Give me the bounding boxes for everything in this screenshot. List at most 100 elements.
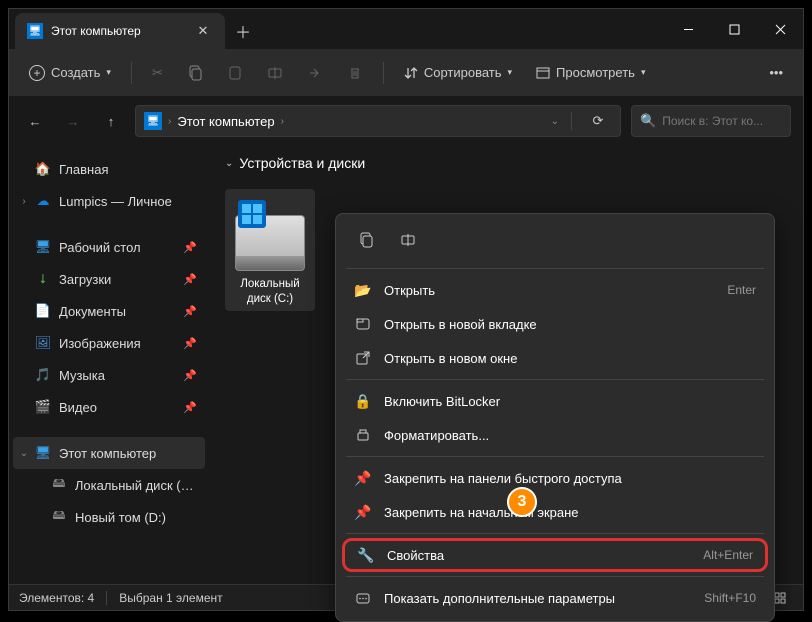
video-icon: 🎬 — [35, 399, 51, 415]
home-icon: 🏠 — [35, 161, 51, 177]
more-icon — [354, 590, 372, 606]
drive-icon — [235, 215, 305, 271]
status-count: Элементов: 4 — [19, 591, 94, 605]
ctx-open-window[interactable]: Открыть в новом окне — [342, 341, 768, 375]
create-button[interactable]: + Создать ▾ — [19, 57, 121, 89]
copy-button[interactable] — [348, 224, 384, 256]
drive-c[interactable]: Локальный диск (C:) — [225, 189, 315, 311]
group-header[interactable]: ⌄ Устройства и диски — [225, 155, 787, 171]
rename-icon — [267, 65, 283, 81]
pin-icon: 📌 — [183, 369, 197, 382]
ctx-pin-quick[interactable]: 📌Закрепить на панели быстрого доступа — [342, 461, 768, 495]
pin-icon: 📌 — [183, 337, 197, 350]
search-box[interactable]: 🔍 — [631, 105, 791, 137]
cut-button[interactable]: ✂ — [142, 57, 173, 89]
window-controls — [665, 9, 803, 49]
back-button[interactable]: ← — [21, 107, 49, 135]
music-icon: 🎵 — [35, 367, 51, 383]
thispc-icon: 🖥 — [144, 112, 162, 130]
chevron-down-icon: ▾ — [641, 67, 646, 78]
copy-icon — [358, 232, 374, 248]
chevron-right-icon: › — [168, 116, 171, 127]
sidebar: 🏠Главная ›☁Lumpics — Личное 🖥Рабочий сто… — [9, 145, 209, 584]
ctx-pin-start[interactable]: 📌Закрепить на начальном экране — [342, 495, 768, 529]
document-icon: 📄 — [35, 303, 51, 319]
maximize-button[interactable] — [711, 9, 757, 49]
rename-button[interactable] — [390, 224, 426, 256]
chevron-right-icon[interactable]: › — [17, 196, 31, 207]
tab-icon — [354, 316, 372, 332]
sidebar-drive-c[interactable]: 🖴Локальный диск (C:) — [13, 469, 205, 501]
format-icon — [354, 427, 372, 443]
minimize-button[interactable] — [665, 9, 711, 49]
thispc-icon: 🖥 — [35, 445, 51, 461]
pin-icon: 📌 — [183, 401, 197, 414]
rename-icon — [400, 232, 416, 248]
tab-close-button[interactable]: ✕ — [193, 21, 213, 41]
plus-icon: + — [29, 65, 45, 81]
drive-icon: 🖴 — [51, 477, 67, 493]
sidebar-pictures[interactable]: 🖼Изображения📌 — [13, 327, 205, 359]
sidebar-videos[interactable]: 🎬Видео📌 — [13, 391, 205, 423]
forward-button[interactable]: → — [59, 107, 87, 135]
sidebar-music[interactable]: 🎵Музыка📌 — [13, 359, 205, 391]
copy-icon — [187, 65, 203, 81]
breadcrumb-item[interactable]: Этот компьютер — [177, 114, 274, 129]
rename-button[interactable] — [257, 57, 293, 89]
sidebar-home[interactable]: 🏠Главная — [13, 153, 205, 185]
share-icon — [307, 65, 323, 81]
chevron-down-icon: ▾ — [106, 67, 111, 78]
pin-icon: 📌 — [354, 504, 372, 521]
download-icon: ⭣ — [35, 271, 51, 287]
sidebar-documents[interactable]: 📄Документы📌 — [13, 295, 205, 327]
sidebar-thispc[interactable]: ⌄🖥Этот компьютер — [13, 437, 205, 469]
more-button[interactable]: ••• — [759, 57, 793, 89]
sort-button[interactable]: Сортировать ▾ — [394, 57, 522, 89]
share-button[interactable] — [297, 57, 333, 89]
ctx-properties[interactable]: 🔧СвойстваAlt+Enter — [342, 538, 768, 572]
view-button[interactable]: Просмотреть ▾ — [526, 57, 655, 89]
ctx-open[interactable]: 📂ОткрытьEnter — [342, 273, 768, 307]
chevron-down-icon: ⌄ — [225, 158, 233, 169]
context-menu: 📂ОткрытьEnter Открыть в новой вкладке От… — [335, 213, 775, 622]
external-icon — [354, 350, 372, 366]
paste-icon — [227, 65, 243, 81]
wrench-icon: 🔧 — [357, 547, 375, 564]
sort-icon — [404, 66, 418, 80]
search-input[interactable] — [662, 114, 782, 128]
lock-icon: 🔒 — [354, 393, 372, 410]
paste-button[interactable] — [217, 57, 253, 89]
breadcrumb[interactable]: 🖥 › Этот компьютер › ⌄ ⟳ — [135, 105, 621, 137]
chevron-down-icon[interactable]: ⌄ — [17, 448, 31, 459]
pin-icon: 📌 — [183, 241, 197, 254]
tab-title: Этот компьютер — [51, 24, 185, 38]
ctx-open-tab[interactable]: Открыть в новой вкладке — [342, 307, 768, 341]
sidebar-onedrive[interactable]: ›☁Lumpics — Личное — [13, 185, 205, 217]
up-button[interactable]: ↑ — [97, 107, 125, 135]
new-tab-button[interactable]: ＋ — [225, 13, 261, 49]
folder-open-icon: 📂 — [354, 282, 372, 299]
context-quick-actions — [342, 220, 768, 264]
close-button[interactable] — [757, 9, 803, 49]
ctx-bitlocker[interactable]: 🔒Включить BitLocker — [342, 384, 768, 418]
status-selected: Выбран 1 элемент — [119, 591, 222, 605]
ctx-format[interactable]: Форматировать... — [342, 418, 768, 452]
sidebar-drive-d[interactable]: 🖴Новый том (D:) — [13, 501, 205, 533]
sidebar-desktop[interactable]: 🖥Рабочий стол📌 — [13, 231, 205, 263]
refresh-button[interactable]: ⟳ — [584, 107, 612, 135]
copy-button[interactable] — [177, 57, 213, 89]
annotation-badge: 3 — [507, 487, 537, 517]
ctx-more[interactable]: Показать дополнительные параметрыShift+F… — [342, 581, 768, 615]
thispc-icon: 🖥 — [27, 23, 43, 39]
chevron-down-icon[interactable]: ⌄ — [551, 116, 559, 127]
sidebar-downloads[interactable]: ⭣Загрузки📌 — [13, 263, 205, 295]
desktop-icon: 🖥 — [35, 239, 51, 255]
tab-thispc[interactable]: 🖥 Этот компьютер ✕ — [15, 13, 225, 49]
cut-icon: ✂ — [152, 65, 163, 81]
drive-label: Локальный диск (C:) — [229, 277, 311, 307]
trash-icon — [347, 65, 363, 81]
toolbar: + Создать ▾ ✂ Сортировать ▾ Просмотреть … — [9, 49, 803, 97]
delete-button[interactable] — [337, 57, 373, 89]
cloud-icon: ☁ — [35, 193, 51, 209]
search-icon: 🔍 — [640, 113, 656, 129]
